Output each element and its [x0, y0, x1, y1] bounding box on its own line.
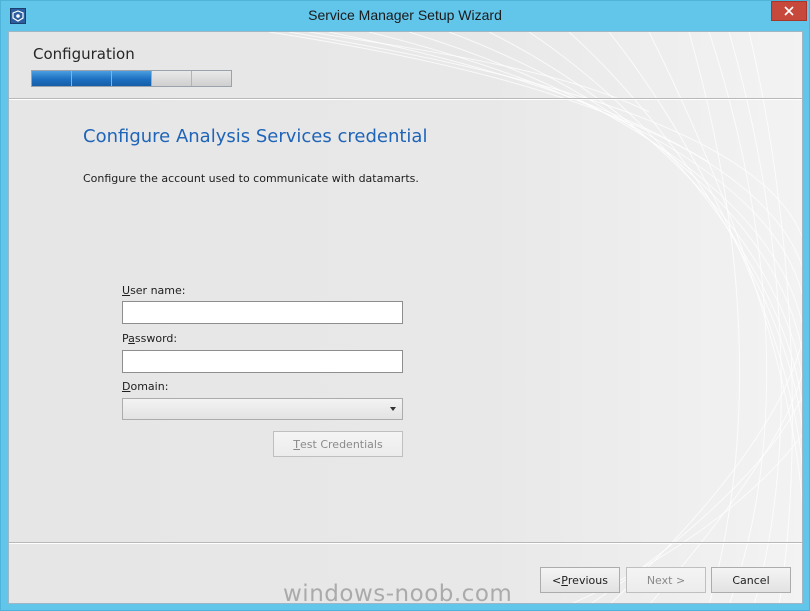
window-title: Service Manager Setup Wizard: [308, 7, 502, 23]
username-access-key: U: [122, 284, 131, 297]
domain-dropdown[interactable]: [122, 398, 403, 420]
close-icon: [784, 6, 794, 16]
username-label: User name:: [122, 284, 185, 297]
next-button[interactable]: Next >: [626, 567, 706, 593]
username-label-rest: ser name:: [130, 284, 186, 297]
close-button[interactable]: [771, 1, 807, 21]
progress-segment: [192, 71, 231, 86]
previous-prefix: <: [552, 573, 562, 587]
cancel-label: Cancel: [732, 573, 770, 587]
previous-label: revious: [567, 573, 608, 587]
previous-access-key: P: [561, 573, 568, 587]
password-label-rest: ssword:: [134, 332, 178, 345]
test-credentials-button[interactable]: Test Credentials: [273, 431, 403, 457]
page-description: Configure the account used to communicat…: [83, 172, 419, 185]
wizard-window: Service Manager Setup Wizard Configurati…: [0, 0, 810, 611]
domain-label-rest: omain:: [130, 380, 169, 393]
header-divider-highlight: [9, 99, 802, 100]
chevron-down-icon: [390, 407, 396, 411]
footer-divider-highlight: [9, 543, 802, 544]
test-credentials-label: est Credentials: [300, 437, 383, 451]
password-access-key: a: [128, 332, 135, 345]
domain-label: Domain:: [122, 380, 168, 393]
progress-segment: [152, 71, 192, 86]
cancel-button[interactable]: Cancel: [711, 567, 791, 593]
wizard-step-title: Configuration: [33, 45, 135, 63]
page-heading: Configure Analysis Services credential: [83, 126, 428, 147]
progress-segment: [112, 71, 152, 86]
progress-segment: [72, 71, 112, 86]
wizard-progress-bar: [31, 70, 232, 87]
wizard-content: Configuration Configure Analysis Service…: [8, 31, 803, 604]
progress-segment: [32, 71, 72, 86]
password-label: Password:: [122, 332, 177, 345]
test-credentials-access-key: T: [293, 437, 301, 451]
watermark: windows-noob.com: [283, 581, 513, 607]
title-bar[interactable]: Service Manager Setup Wizard: [1, 1, 809, 31]
previous-button[interactable]: < Previous: [540, 567, 620, 593]
username-input[interactable]: [122, 301, 403, 324]
password-input[interactable]: [122, 350, 403, 373]
next-label: Next >: [646, 573, 686, 587]
